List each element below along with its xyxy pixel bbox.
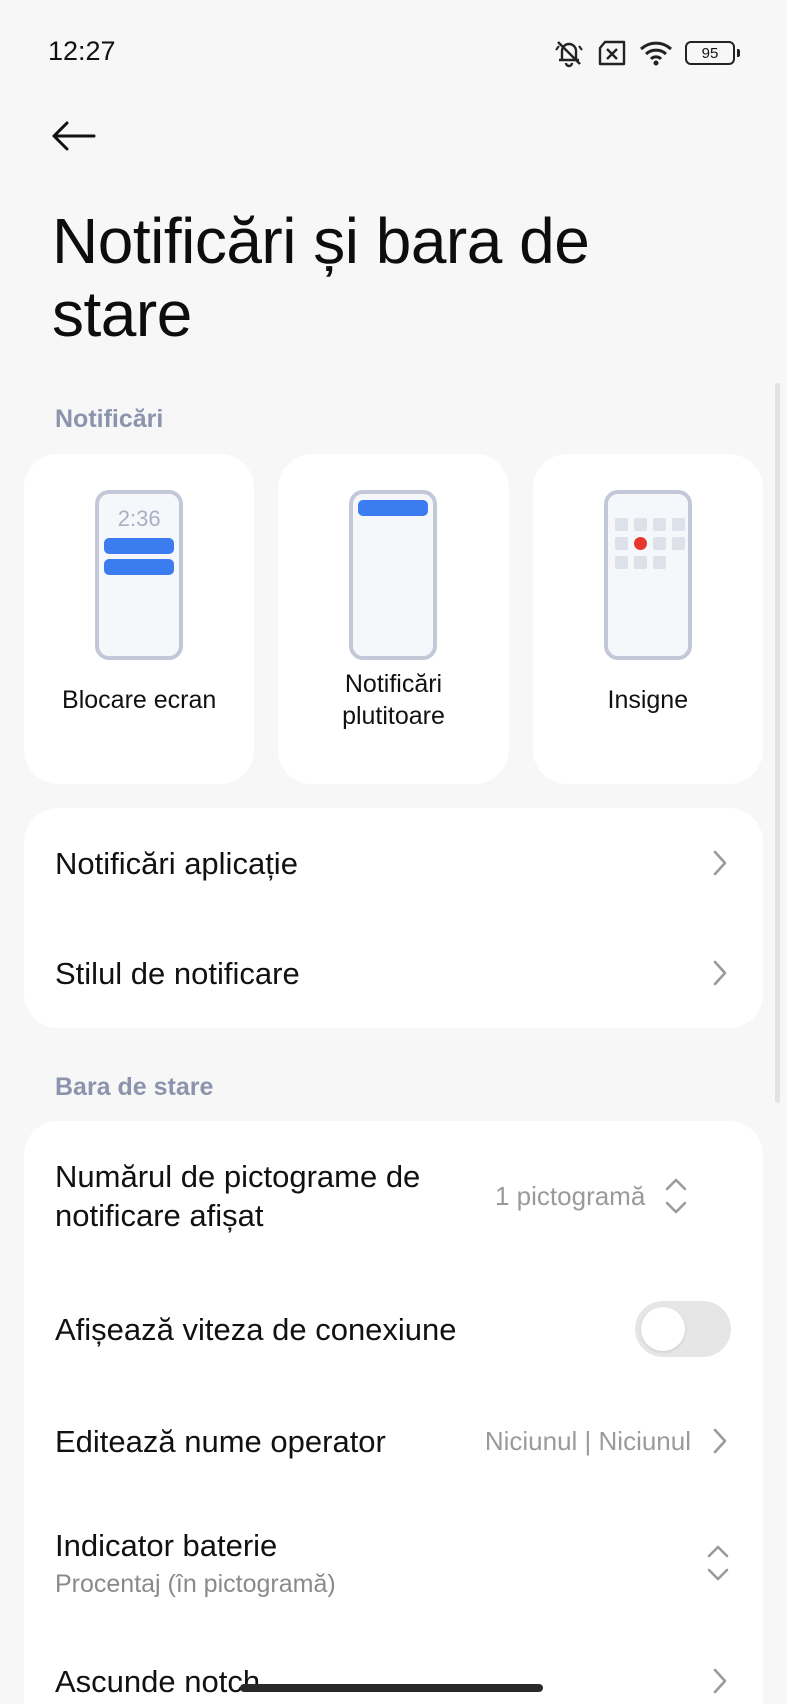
connection-speed-title: Afișează viteza de conexiune [55,1311,457,1347]
preview-notification-bar [104,538,175,554]
chevron-right-icon [709,1424,731,1458]
hide-notch-title: Ascunde notch [55,1663,261,1699]
scrollbar[interactable] [775,383,780,1103]
notification-settings-card: Notificări aplicație Stilul de notificar… [24,808,763,1028]
app-cell [652,518,666,531]
status-time: 12:27 [48,36,116,66]
app-cell [614,537,628,550]
battery-indicator-subtitle: Procentaj (în pictogramă) [55,1569,336,1598]
section-header-notifications: Notificări [55,405,164,433]
up-down-chevron-icon [705,1541,731,1585]
badge-dot [633,537,647,550]
toggle-knob [641,1307,685,1351]
notification-icon-count-row[interactable]: Numărul de pictograme de notificare afiș… [24,1121,763,1271]
notification-icon-count-value: 1 pictogramă [495,1180,646,1211]
battery-indicator-row[interactable]: Indicator baterie Procentaj (în pictogra… [24,1495,763,1631]
app-cell [652,537,666,550]
lock-screen-label: Blocare ecran [62,686,217,714]
status-icons: 95 [553,38,740,68]
carrier-name-value: Niciunul | Niciunul [484,1425,691,1456]
battery-icon: 95 [685,41,740,65]
app-notifications-row[interactable]: Notificări aplicație [24,808,763,918]
app-cell [614,556,628,569]
section-header-status-bar: Bara de stare [55,1073,214,1101]
badges-preview [603,490,692,660]
status-bar-settings-card: Numărul de pictograme de notificare afiș… [24,1121,763,1704]
notification-style-cards: 2:36 Blocare ecran Notificări plutitoare [24,454,763,784]
connection-speed-toggle[interactable] [635,1301,731,1357]
badges-card[interactable]: Insigne [532,454,763,784]
app-cell [633,518,647,531]
lock-screen-preview: 2:36 [95,490,184,660]
preview-notification-bar [104,559,175,575]
app-grid [614,518,688,569]
chevron-right-icon [709,956,731,990]
notification-icon-count-title: Numărul de pictograme de notificare afiș… [55,1159,421,1233]
up-down-chevron-icon [663,1174,689,1218]
back-arrow-icon [52,121,96,151]
battery-indicator-title: Indicator baterie [55,1527,278,1563]
notification-style-title: Stilul de notificare [55,955,300,991]
app-cell [671,518,685,531]
page-title: Notificări și bara de stare [52,205,590,350]
floating-notifications-card[interactable]: Notificări plutitoare [278,454,509,784]
app-notifications-title: Notificări aplicație [55,845,298,881]
preview-floating-bar [358,500,429,516]
notification-style-row[interactable]: Stilul de notificare [24,918,763,1028]
settings-screen: 12:27 95 Notificări și bara de stare Not… [0,0,787,1704]
lock-screen-card[interactable]: 2:36 Blocare ecran [24,454,255,784]
status-bar: 12:27 95 [0,0,787,100]
app-cell [614,518,628,531]
carrier-name-title: Editează nume operator [55,1423,386,1459]
connection-speed-row[interactable]: Afișează viteza de conexiune [24,1271,763,1387]
floating-notifications-label: Notificări plutitoare [342,670,445,730]
mute-bell-icon [553,38,585,68]
badges-label: Insigne [607,686,689,714]
wifi-icon [639,40,673,66]
app-cell [633,556,647,569]
preview-time: 2:36 [117,506,161,531]
chevron-right-icon [709,846,731,880]
app-cell [652,556,666,569]
app-cell [671,537,685,550]
floating-notifications-preview [349,490,438,660]
carrier-name-row[interactable]: Editează nume operator Niciunul | Niciun… [24,1387,763,1495]
battery-level: 95 [701,44,719,62]
no-sim-icon [597,40,627,66]
back-button[interactable] [50,110,110,162]
chevron-right-icon [709,1664,731,1698]
hide-notch-row[interactable]: Ascunde notch [24,1631,763,1704]
home-indicator[interactable] [240,1684,543,1692]
